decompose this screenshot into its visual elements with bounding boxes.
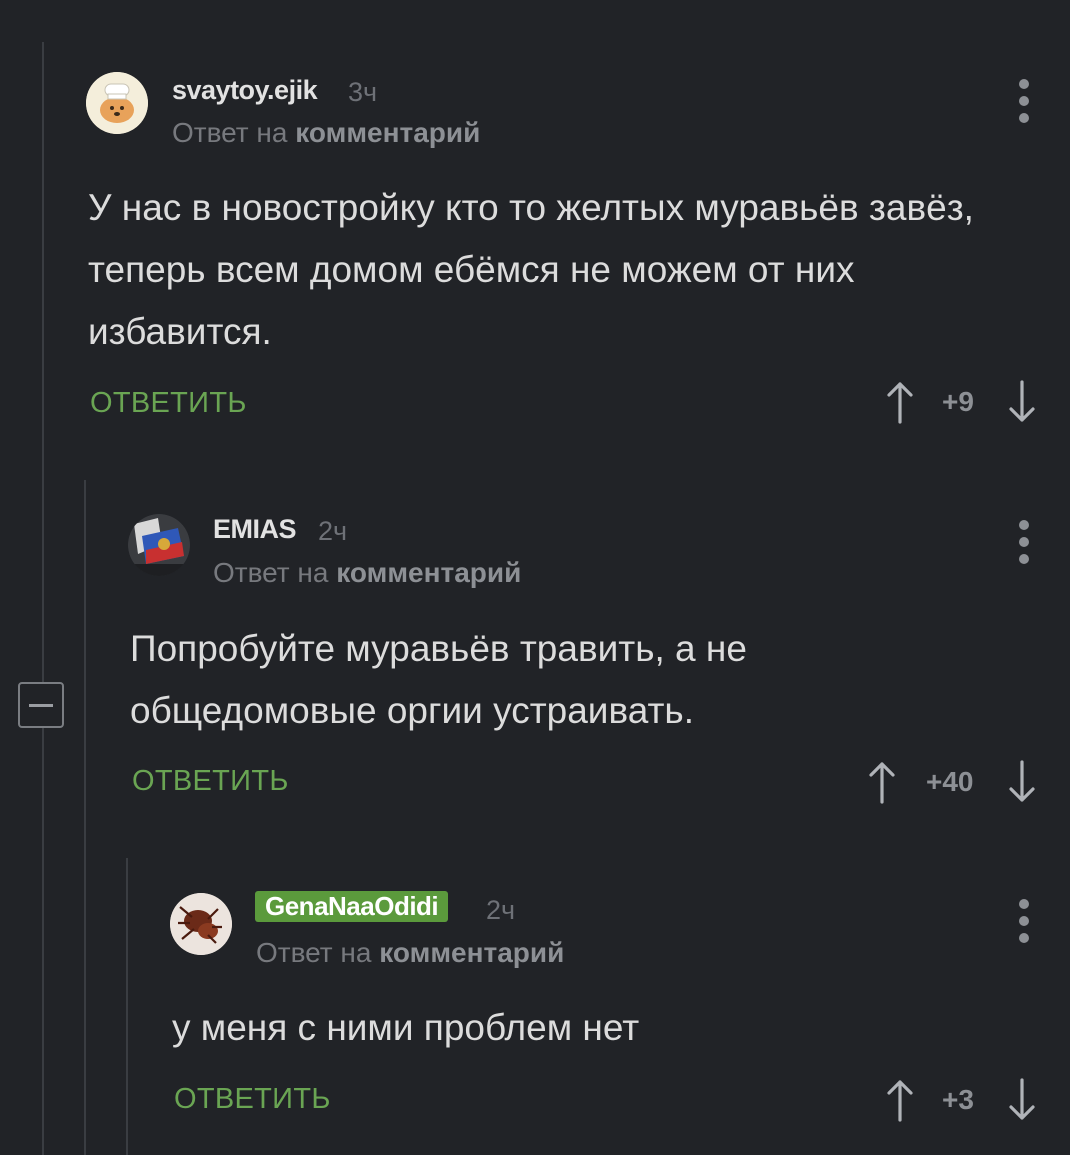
ant-avatar-icon: [170, 893, 232, 955]
arrow-up-icon[interactable]: [884, 1078, 916, 1122]
comment-time: 2ч: [486, 895, 516, 925]
reply-button[interactable]: ОТВЕТИТЬ: [174, 1083, 331, 1116]
reply-to-link[interactable]: комментарий: [379, 937, 564, 968]
reply-to-prefix: Ответ на: [256, 937, 372, 968]
username-badge[interactable]: GenaNaaOdidi: [255, 891, 449, 922]
score: +3: [942, 1084, 974, 1115]
avatar[interactable]: [170, 893, 232, 955]
reply-to-info: Ответ на комментарий: [256, 937, 564, 969]
comment: GenaNaaOdidi 2ч Ответ на комментарий у м…: [0, 0, 1070, 1155]
vote-widget: +3: [884, 1078, 1044, 1126]
comment-text: у меня с ними проблем нет: [172, 1007, 640, 1048]
more-vertical-icon[interactable]: [1017, 899, 1031, 943]
arrow-down-icon[interactable]: [1006, 1078, 1038, 1122]
